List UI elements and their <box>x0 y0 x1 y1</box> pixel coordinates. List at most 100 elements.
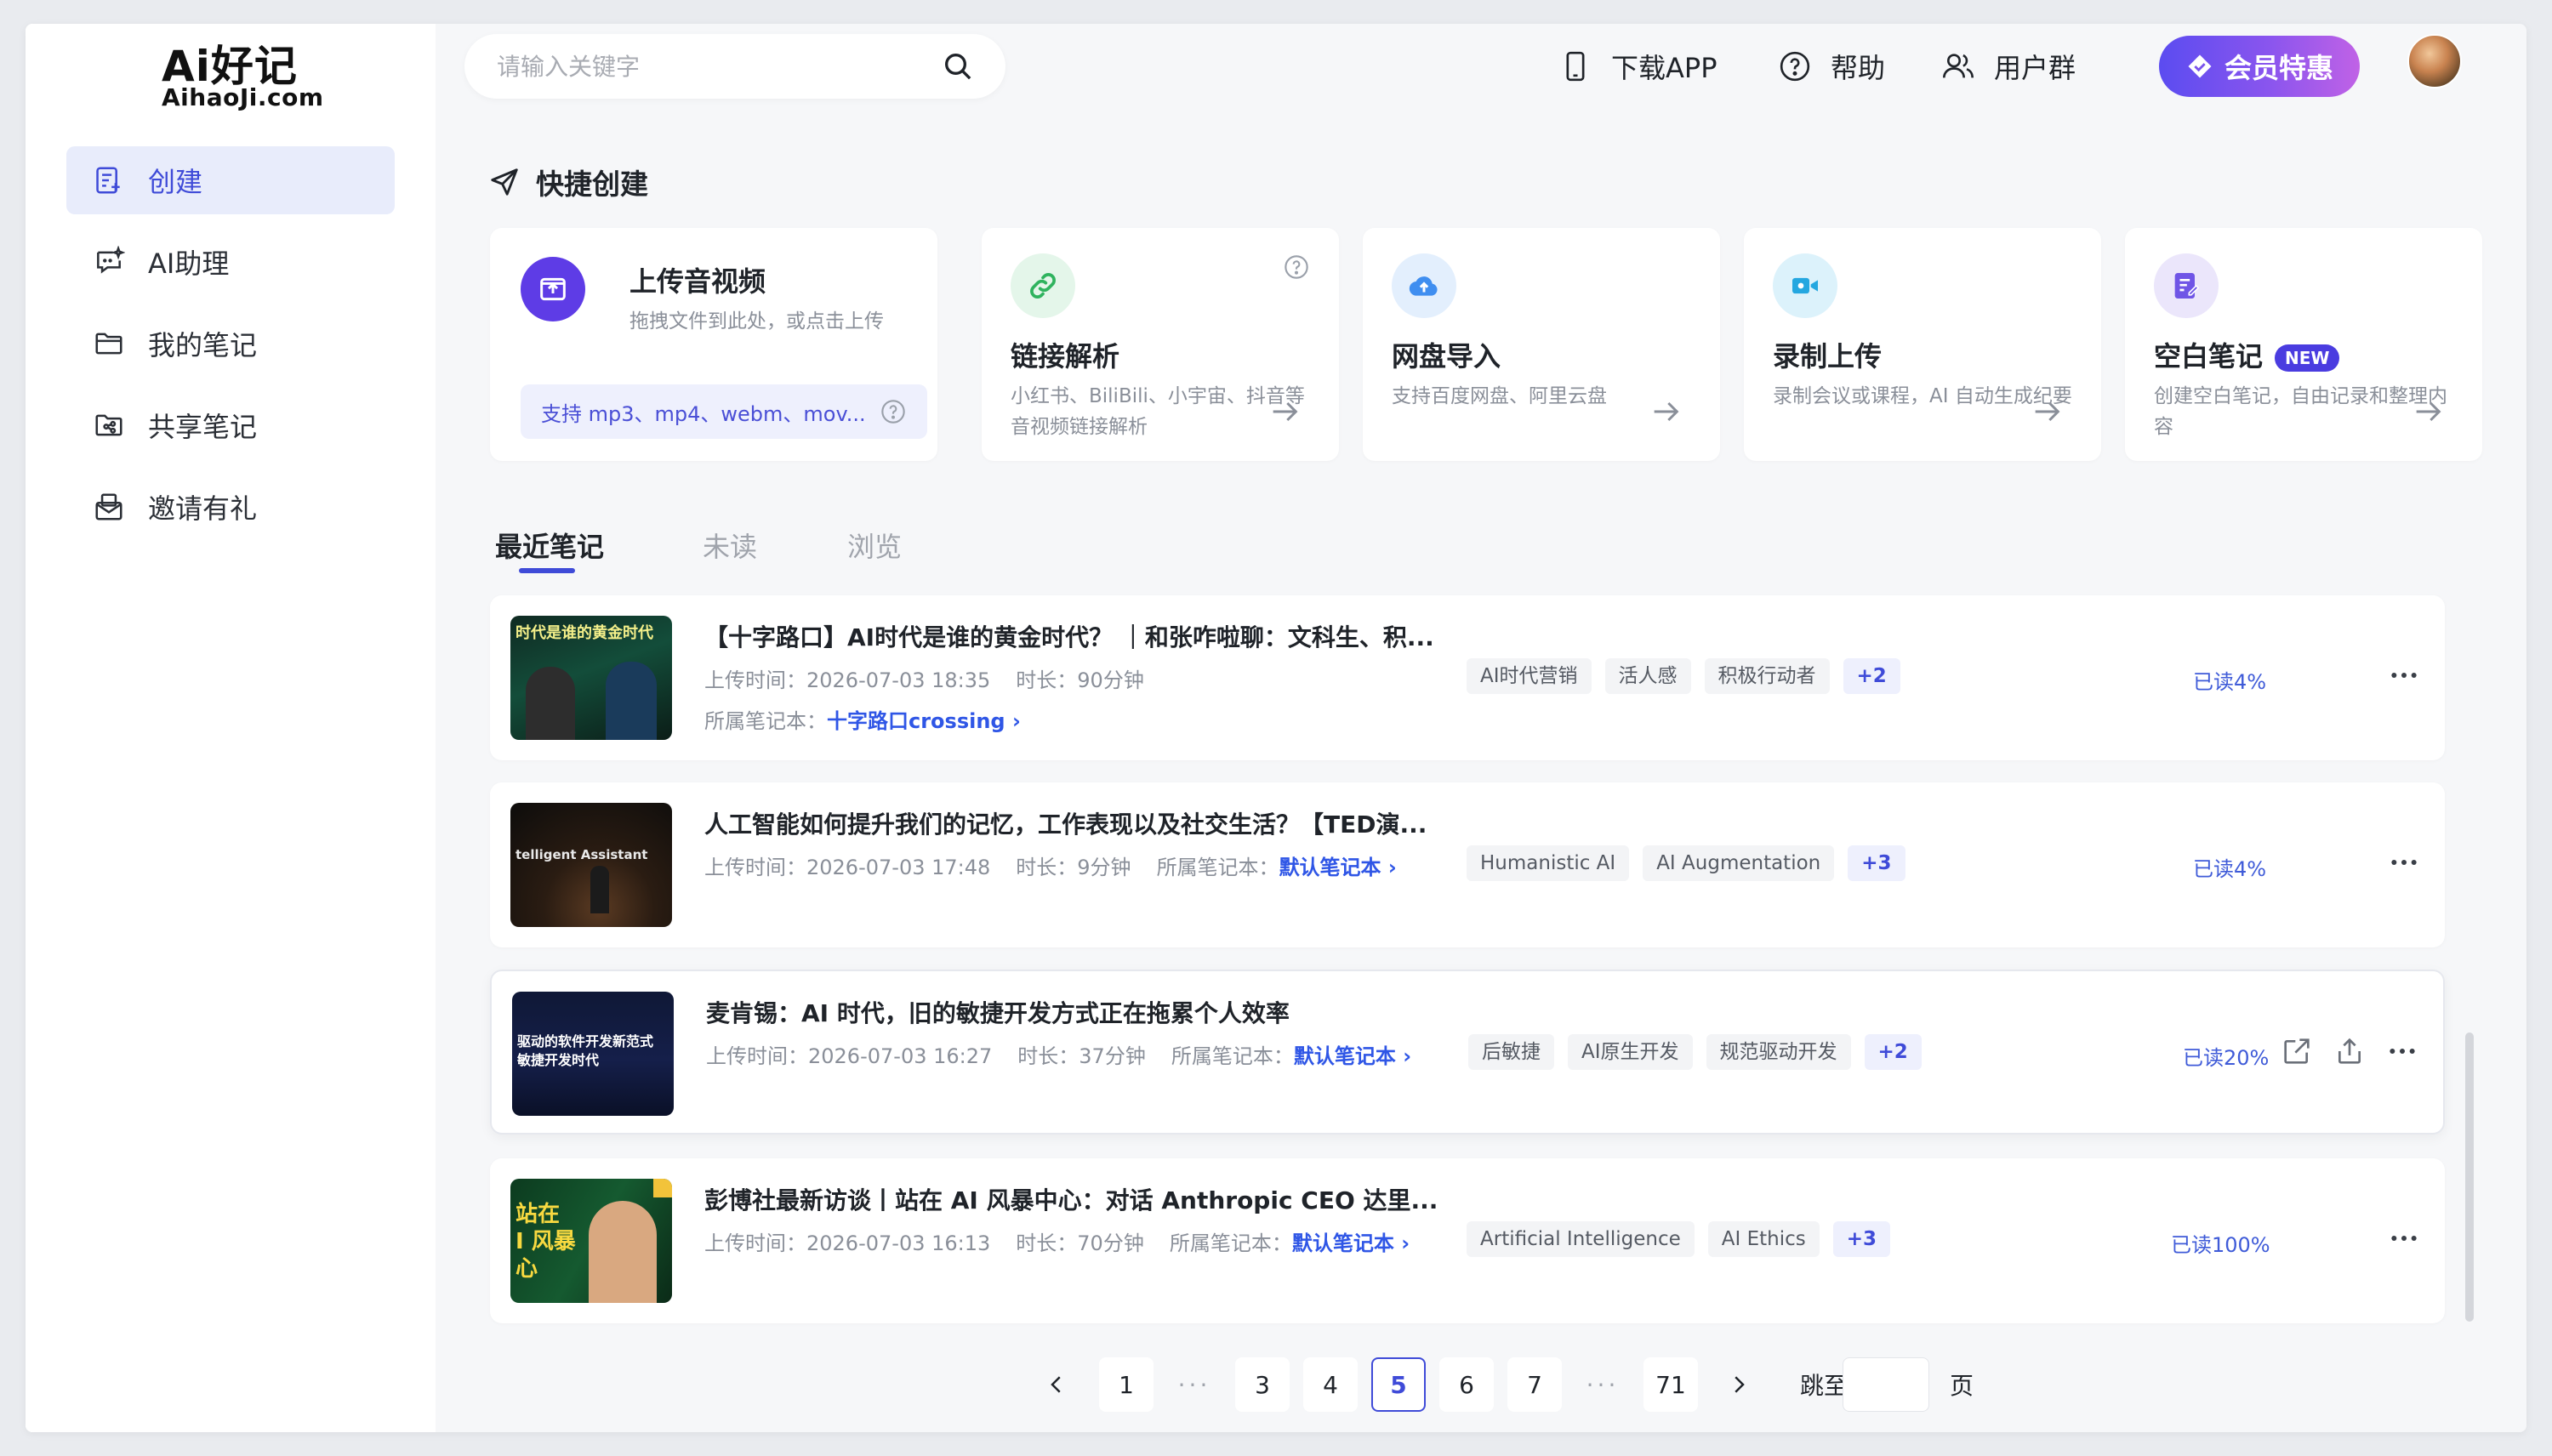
page-button[interactable]: 6 <box>1439 1357 1494 1412</box>
help-circle-icon[interactable] <box>1283 253 1310 281</box>
record-upload-card[interactable]: 录制上传 录制会议或课程，AI 自动生成纪要 <box>1744 228 2101 461</box>
note-row[interactable]: telligent Assistant 人工智能如何提升我们的记忆，工作表现以及… <box>490 782 2445 947</box>
more-icon[interactable] <box>2387 658 2421 692</box>
page-ellipsis[interactable]: ··· <box>1167 1357 1222 1412</box>
page-button[interactable]: 1 <box>1099 1357 1154 1412</box>
upload-time-label: 上传时间： <box>704 668 806 692</box>
page-button[interactable]: 71 <box>1643 1357 1698 1412</box>
notebook-name: 默认笔记本 <box>1279 856 1381 879</box>
more-tags-badge[interactable]: +3 <box>1848 845 1905 881</box>
note-title[interactable]: 【十字路口】AI时代是谁的黄金时代？ ｜和张咋啦聊：文科生、积... <box>704 619 1436 653</box>
notebook-link[interactable]: 默认笔记本 › <box>1292 1231 1410 1255</box>
note-title[interactable]: 麦肯锡：AI 时代，旧的敏捷开发方式正在拖累个人效率 <box>706 995 1438 1029</box>
sidebar-item-label: 邀请有礼 <box>148 492 258 525</box>
help-circle-icon[interactable] <box>880 398 907 425</box>
cloud-import-card[interactable]: 网盘导入 支持百度网盘、阿里云盘 <box>1363 228 1720 461</box>
cloud-import-title: 网盘导入 <box>1392 340 1501 373</box>
search-icon[interactable] <box>941 49 975 83</box>
help-button[interactable]: 帮助 <box>1778 41 1885 92</box>
notebook-name: 默认笔记本 <box>1291 1231 1394 1255</box>
note-row[interactable]: 站在 I 风暴 心 彭博社最新访谈丨站在 AI 风暴中心：对话 Anthropi… <box>490 1158 2445 1323</box>
sidebar-item-create[interactable]: 创建 <box>66 146 395 214</box>
sidebar-item-ai-assistant[interactable]: AI助理 <box>66 228 395 296</box>
page-ellipsis[interactable]: ··· <box>1575 1357 1630 1412</box>
more-icon[interactable] <box>2385 1034 2419 1068</box>
more-icon[interactable] <box>2387 1221 2421 1255</box>
download-app-button[interactable]: 下载APP <box>1558 41 1717 92</box>
page-button[interactable]: 4 <box>1303 1357 1358 1412</box>
upload-time-label: 上传时间： <box>704 856 806 879</box>
arrow-right-icon <box>1273 401 1298 422</box>
chevron-right-icon <box>1735 1376 1745 1393</box>
note-title[interactable]: 人工智能如何提升我们的记忆，工作表现以及社交生活？【TED演... <box>704 806 1436 840</box>
tag[interactable]: 积极行动者 <box>1704 658 1830 694</box>
vip-offer-button[interactable]: 会员特惠 <box>2159 36 2360 97</box>
tag[interactable]: Humanistic AI <box>1467 845 1630 881</box>
notebook-link[interactable]: 十字路口crossing › <box>827 709 1021 733</box>
more-icon[interactable] <box>2387 845 2421 879</box>
tag[interactable]: AI时代营销 <box>1467 658 1592 694</box>
upload-time-label: 上传时间： <box>706 1044 808 1068</box>
next-page-button[interactable] <box>1712 1357 1766 1412</box>
page-button[interactable]: 7 <box>1507 1357 1562 1412</box>
upload-time-label: 上传时间： <box>704 1231 806 1255</box>
sidebar-item-invite[interactable]: 邀请有礼 <box>66 473 395 541</box>
avatar[interactable] <box>2407 34 2462 88</box>
share-icon[interactable] <box>2333 1034 2367 1068</box>
video-camera-icon <box>1773 253 1837 318</box>
record-upload-title: 录制上传 <box>1773 340 1883 373</box>
tab-unread[interactable]: 未读 <box>703 526 757 565</box>
tab-browse[interactable]: 浏览 <box>847 526 902 565</box>
gift-mail-icon <box>92 490 126 524</box>
user-group-button[interactable]: 用户群 <box>1941 41 2076 92</box>
blank-note-title-text: 空白笔记 <box>2154 340 2264 373</box>
sidebar-item-shared-notes[interactable]: 共享笔记 <box>66 391 395 459</box>
read-progress: 已读4% <box>2193 857 2267 881</box>
sidebar-item-label: 创建 <box>148 166 203 198</box>
search-input[interactable] <box>497 49 905 83</box>
prev-page-button[interactable] <box>1029 1357 1084 1412</box>
link-parse-card[interactable]: 链接解析 小红书、BiliBili、小宇宙、抖音等音视频链接解析 <box>982 228 1339 461</box>
tag[interactable]: Artificial Intelligence <box>1467 1221 1695 1257</box>
link-parse-title: 链接解析 <box>1011 340 1120 373</box>
tag[interactable]: AI Ethics <box>1707 1221 1820 1257</box>
note-title[interactable]: 彭博社最新访谈丨站在 AI 风暴中心：对话 Anthropic CEO 达里..… <box>704 1182 1436 1216</box>
open-external-icon[interactable] <box>2280 1034 2314 1068</box>
note-meta: 上传时间：2026-07-03 18:35 时长：90分钟 <box>704 663 1144 693</box>
tag[interactable]: 规范驱动开发 <box>1706 1034 1851 1070</box>
tag[interactable]: 后敏捷 <box>1468 1034 1554 1070</box>
note-row[interactable]: 驱动的软件开发新范式 敏捷开发时代 麦肯锡：AI 时代，旧的敏捷开发方式正在拖累… <box>490 970 2445 1135</box>
jump-page-input[interactable] <box>1843 1357 1929 1412</box>
speaker-figure <box>589 1201 657 1303</box>
sidebar-item-label: 我的笔记 <box>148 329 258 361</box>
jump-to-label: 跳至 <box>1800 1372 1848 1400</box>
more-tags-badge[interactable]: +2 <box>1864 1034 1922 1070</box>
upload-media-card[interactable]: 上传音视频 拖拽文件到此处，或点击上传 支持 mp3、mp4、webm、mov.… <box>490 228 937 461</box>
duration-label: 时长： <box>1016 668 1078 692</box>
cloud-upload-icon <box>1392 253 1456 318</box>
notebook-link[interactable]: 默认笔记本 › <box>1294 1044 1411 1068</box>
tag-list: Artificial Intelligence AI Ethics +3 <box>1467 1221 1904 1257</box>
quick-create-title: 快捷创建 <box>536 168 648 201</box>
send-icon <box>491 168 518 196</box>
note-row[interactable]: 时代是谁的黄金时代 【十字路口】AI时代是谁的黄金时代？ ｜和张咋啦聊：文科生、… <box>490 595 2445 760</box>
tag[interactable]: AI原生开发 <box>1568 1034 1693 1070</box>
tag[interactable]: AI Augmentation <box>1643 845 1835 881</box>
vip-offer-label: 会员特惠 <box>2224 52 2333 84</box>
duration: 90分钟 <box>1077 668 1144 692</box>
edit-note-icon <box>2154 253 2219 318</box>
page-button[interactable]: 3 <box>1235 1357 1290 1412</box>
list-scrollbar[interactable] <box>2465 1032 2474 1322</box>
more-tags-badge[interactable]: +2 <box>1843 658 1900 694</box>
sidebar-item-label: AI助理 <box>148 247 230 280</box>
notebook-link[interactable]: 默认笔记本 › <box>1279 856 1397 879</box>
blank-note-card[interactable]: 空白笔记 NEW 创建空白笔记，自由记录和整理内容 <box>2125 228 2482 461</box>
more-tags-badge[interactable]: +3 <box>1832 1221 1891 1257</box>
tab-recent-notes[interactable]: 最近笔记 <box>495 526 604 565</box>
tag-list: Humanistic AI AI Augmentation +3 <box>1467 845 1919 881</box>
sidebar-item-my-notes[interactable]: 我的笔记 <box>66 310 395 378</box>
arrow-right-icon <box>2035 401 2060 422</box>
logo[interactable]: Ai好记 AihaoJi.com <box>136 32 323 117</box>
page-button-current[interactable]: 5 <box>1371 1357 1426 1412</box>
tag[interactable]: 活人感 <box>1604 658 1691 694</box>
